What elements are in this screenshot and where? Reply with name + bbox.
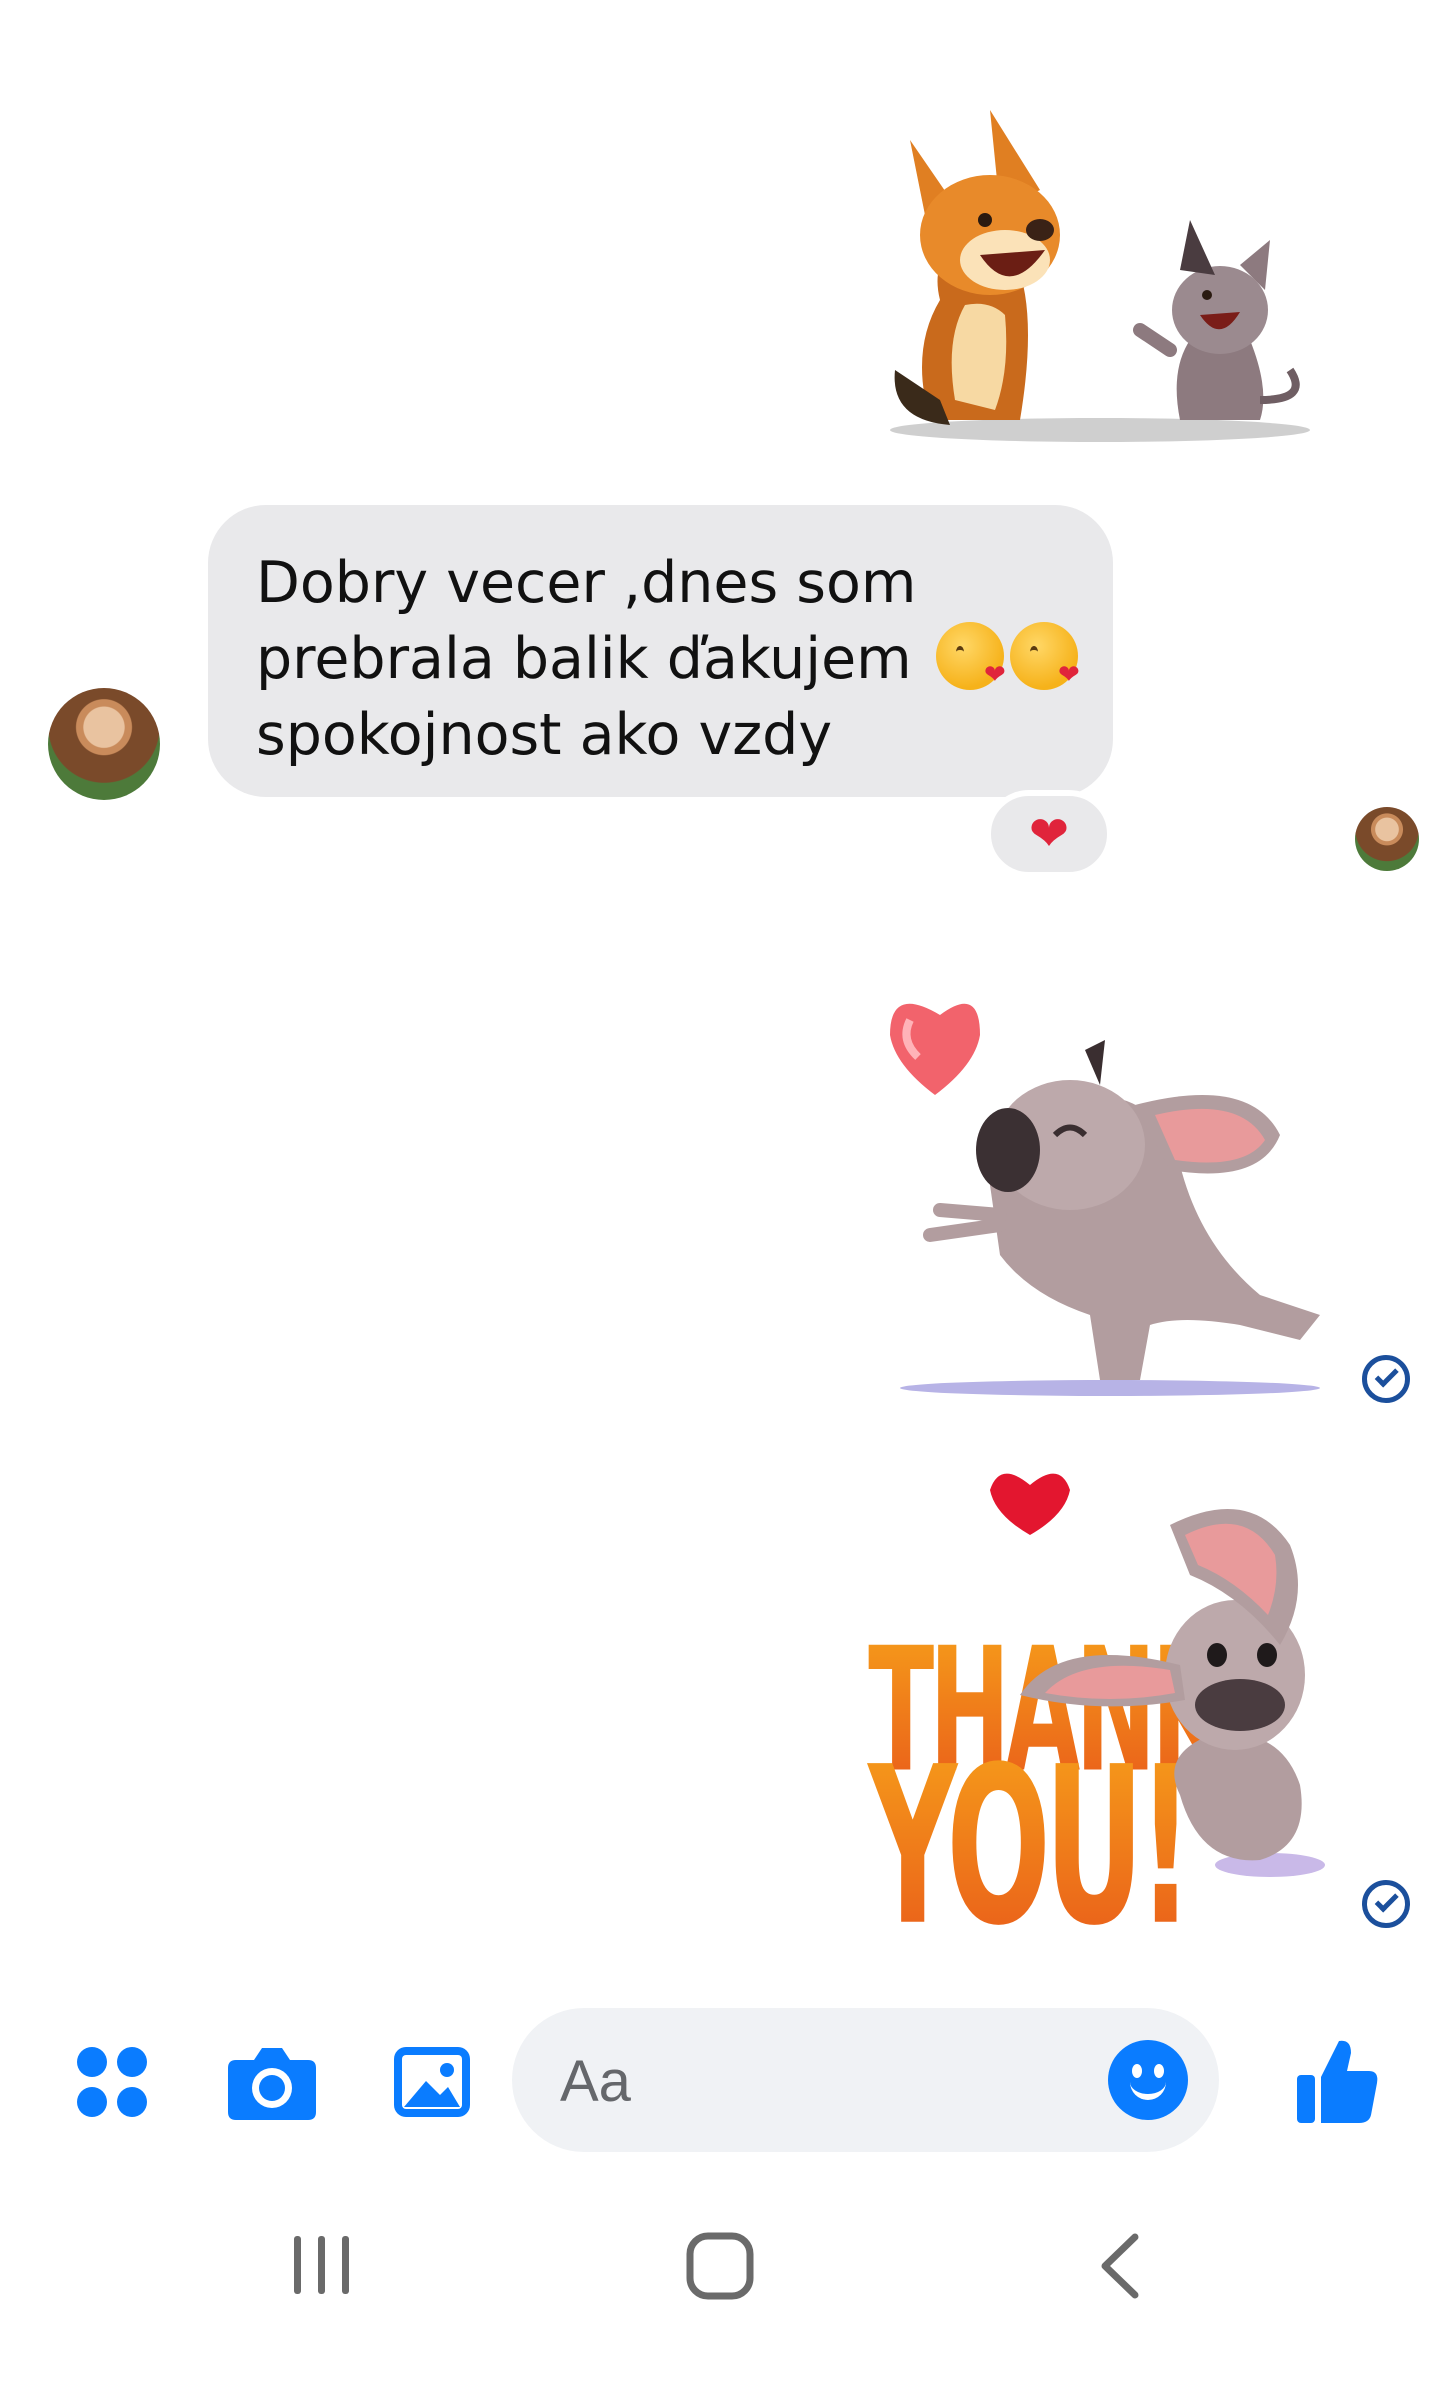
thank-you-sticker[interactable]: THANK YOU! [860, 1465, 1340, 1945]
message-input-placeholder: Aa [560, 2049, 631, 2114]
thank-you-illustration: THANK YOU! [867, 1473, 1325, 1945]
recents-button[interactable] [282, 2230, 362, 2300]
heart-icon: ❤ [1028, 806, 1070, 862]
recents-icon [294, 2236, 349, 2294]
home-button[interactable] [680, 2230, 760, 2302]
kissing-face-emoji-icon [935, 622, 1006, 690]
camera-button[interactable] [225, 2035, 319, 2129]
message-line-2: prebrala balik ďakujem [256, 621, 1080, 697]
message-line-1: Dobry vecer ,dnes som [256, 550, 917, 616]
thumbs-up-icon [1297, 2040, 1378, 2123]
incoming-message-bubble[interactable]: Dobry vecer ,dnes som prebrala balik ďak… [208, 505, 1113, 797]
dog-blowing-kiss-sticker[interactable] [880, 995, 1340, 1405]
emoji-icon[interactable] [1108, 2040, 1188, 2120]
like-button[interactable] [1290, 2030, 1384, 2130]
read-receipt-avatar [1355, 807, 1419, 871]
seen-check-icon [1362, 1880, 1410, 1928]
two-dogs-illustration [890, 110, 1310, 442]
sender-avatar[interactable] [48, 688, 160, 800]
gallery-icon [394, 2047, 470, 2117]
home-icon [686, 2232, 754, 2300]
dog-kiss-illustration [890, 1003, 1320, 1396]
two-dogs-waving-sticker[interactable] [870, 100, 1330, 450]
apps-button[interactable] [70, 2040, 154, 2124]
apps-icon [77, 2047, 147, 2117]
gallery-button[interactable] [390, 2040, 474, 2124]
heart-reaction[interactable]: ❤ [985, 790, 1113, 878]
seen-check-icon [1362, 1355, 1410, 1403]
back-icon [1101, 2233, 1139, 2299]
message-line-3: spokojnost ako vzdy [256, 702, 833, 768]
kissing-face-emoji-icon [1009, 622, 1080, 690]
back-button[interactable] [1080, 2230, 1160, 2302]
sticker-text-you: YOU! [867, 1720, 1187, 1945]
camera-icon [228, 2048, 316, 2120]
